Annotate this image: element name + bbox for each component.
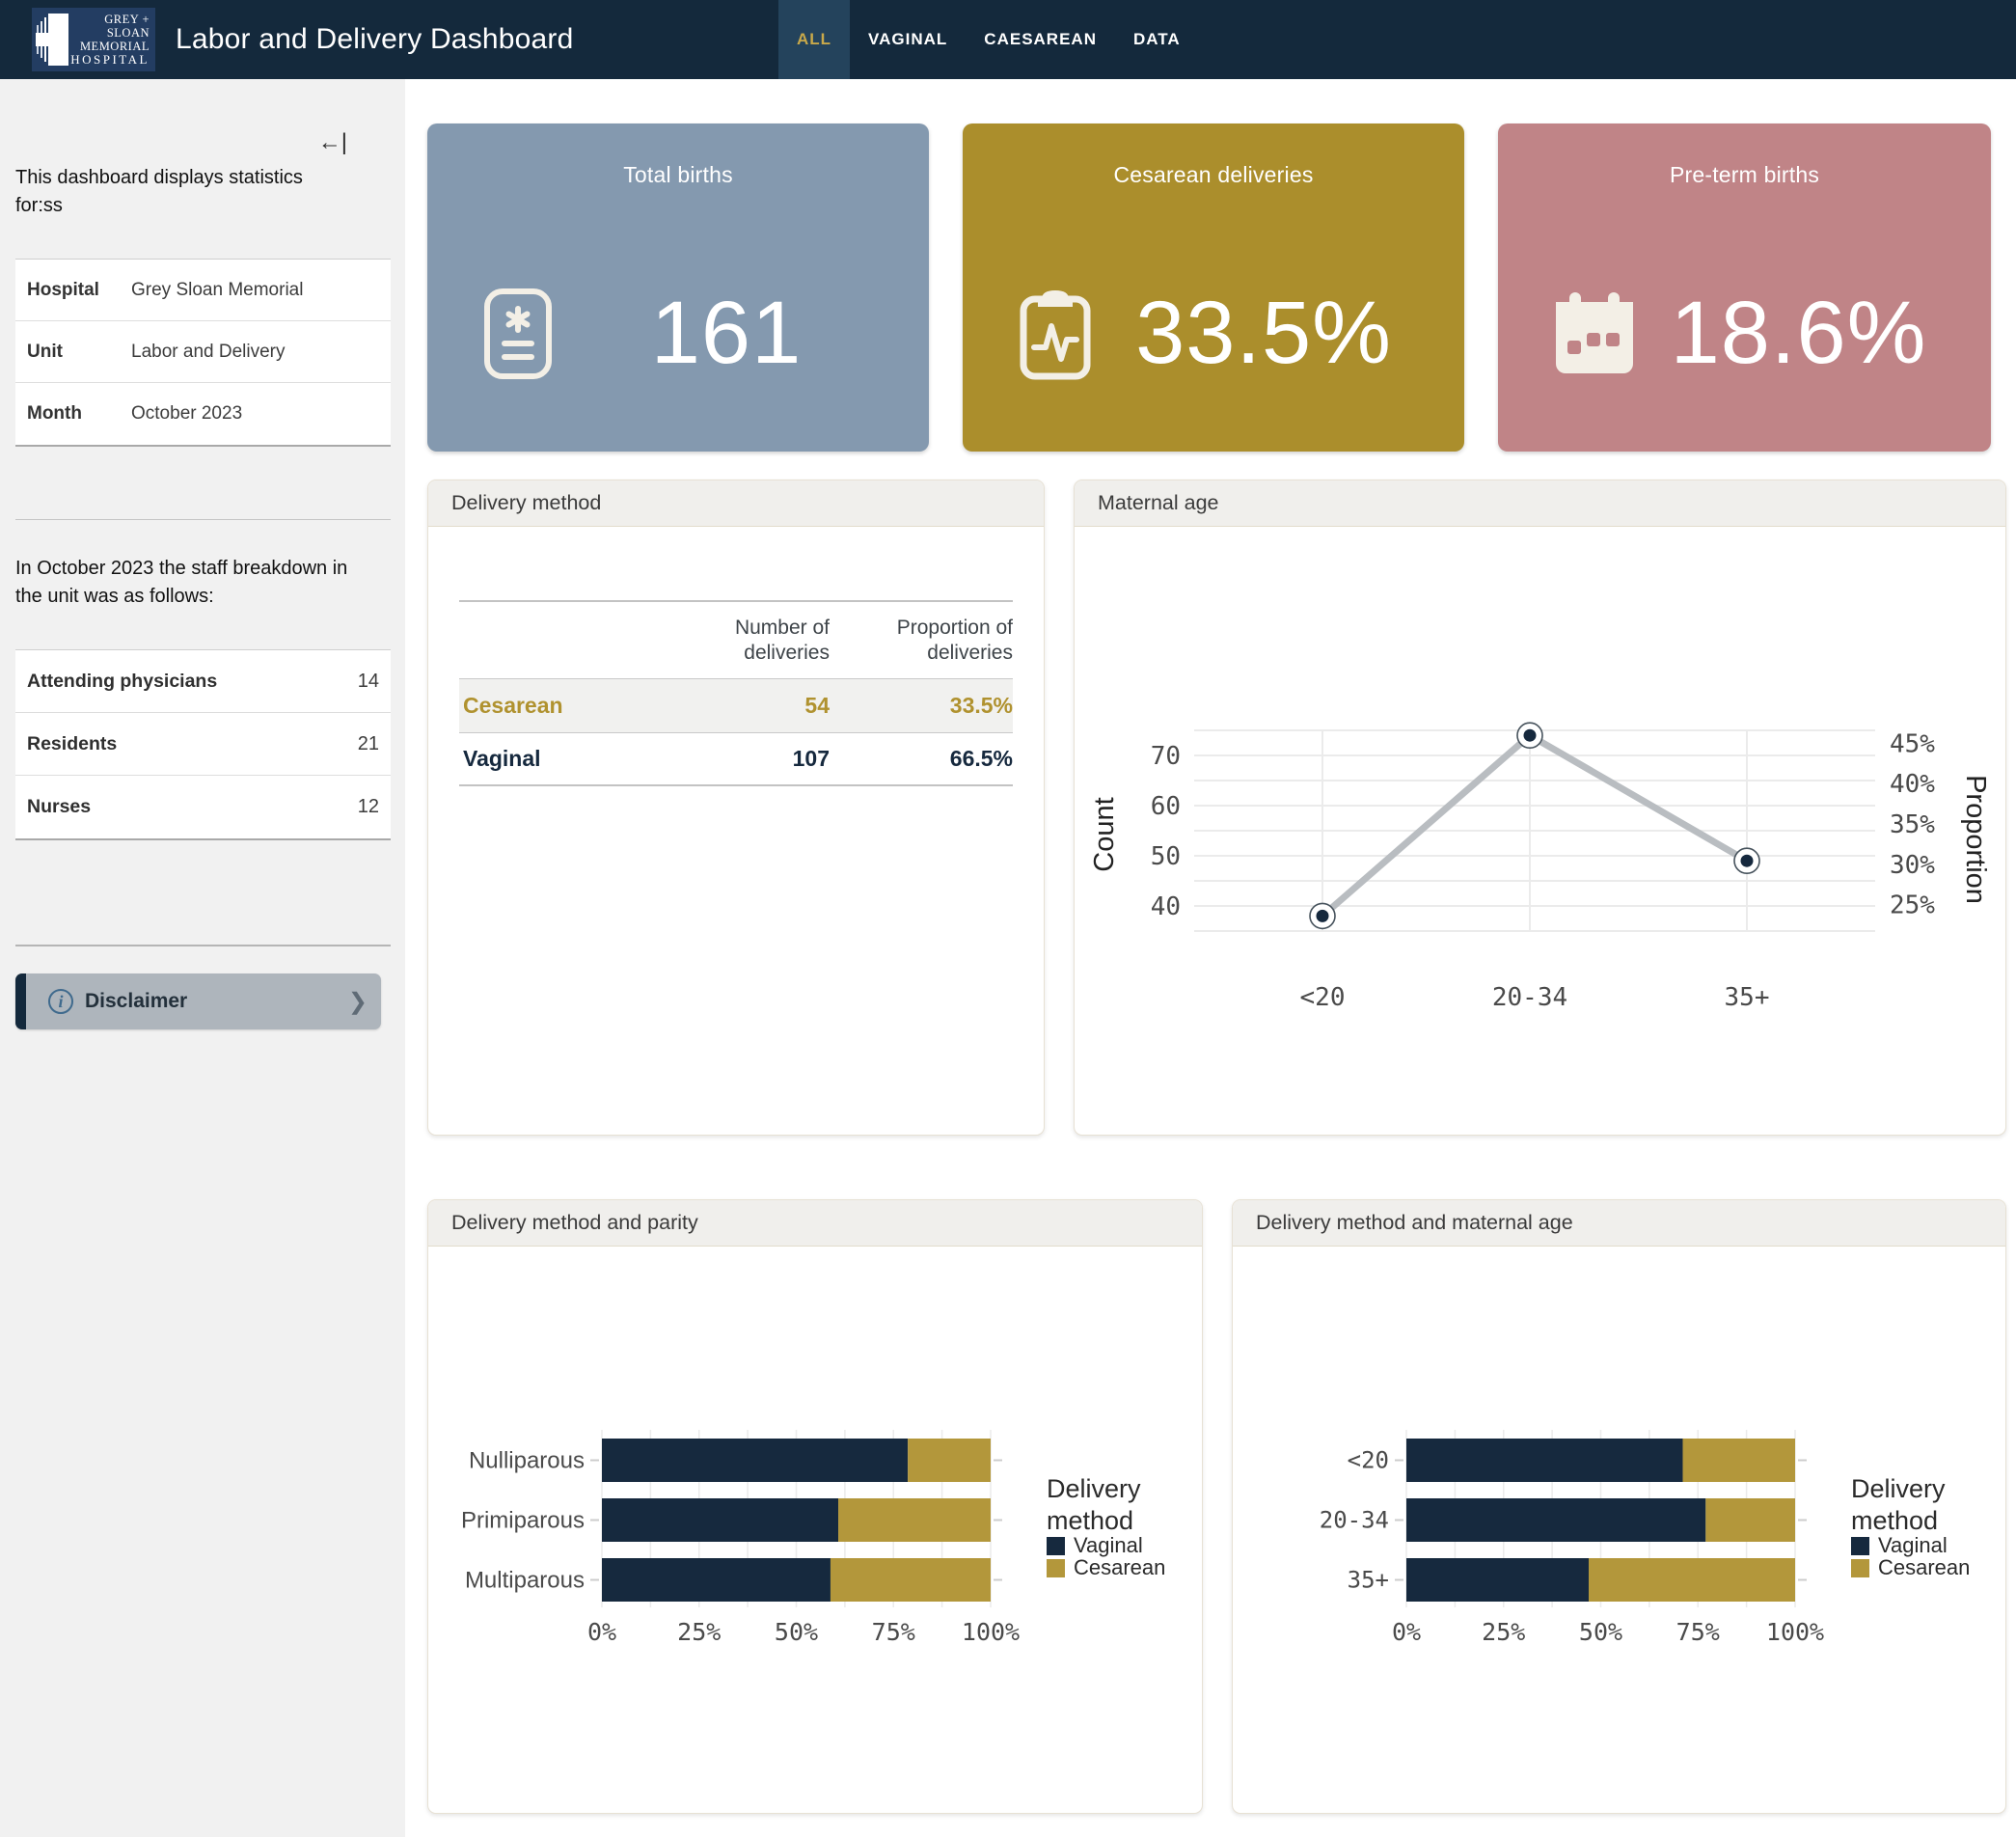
svg-text:70: 70 [1151,742,1181,771]
svg-text:35%: 35% [1890,810,1935,839]
sidebar-info-table: Hospital Grey Sloan Memorial Unit Labor … [15,259,391,447]
svg-text:<20: <20 [1348,1447,1389,1474]
svg-text:Vaginal: Vaginal [1878,1533,1948,1557]
svg-text:50: 50 [1151,842,1181,871]
report-icon [483,288,553,380]
svg-text:method: method [1047,1506,1133,1535]
svg-text:50%: 50% [1579,1618,1622,1646]
collapse-sidebar-icon[interactable]: ←| [318,131,347,154]
staff-row-residents: Residents 21 [15,713,391,776]
info-row-unit: Unit Labor and Delivery [15,321,391,383]
svg-text:Proportion: Proportion [1960,775,1991,904]
svg-text:75%: 75% [872,1618,915,1646]
svg-text:60: 60 [1151,792,1181,821]
delivery-method-card: Delivery method Number ofdeliveries Prop… [427,480,1045,1136]
svg-text:100%: 100% [962,1618,1020,1646]
svg-text:45%: 45% [1890,729,1935,758]
age-stacked-bar-chart: <20 20-34 35+0% 25% 50% 75% 100% Delivery method… [1233,1403,2006,1663]
svg-text:0%: 0% [1392,1618,1421,1646]
svg-text:Vaginal: Vaginal [1074,1533,1143,1557]
staff-row-nurses: Nurses 12 [15,776,391,838]
info-row-hospital: Hospital Grey Sloan Memorial [15,260,391,321]
maternal-age-line-chart: 40 50 60 70 25% 30% 35% 40% 45% <20 20-34 35+ Count P… [1075,704,2006,1023]
svg-text:Delivery: Delivery [1047,1474,1141,1503]
svg-text:50%: 50% [775,1618,818,1646]
svg-text:Multiparous: Multiparous [465,1568,585,1594]
disclaimer-label: Disclaimer [85,990,187,1013]
svg-text:20-34: 20-34 [1492,983,1567,1012]
agebar-card-title: Delivery method and maternal age [1233,1200,2005,1247]
sidebar: ←| This dashboard displays statistics fo… [0,79,405,1837]
tab-all[interactable]: ALL [778,0,850,79]
parity-stacked-bar-chart: Nulliparous Primiparous Multiparous0% 25% 50… [428,1403,1203,1663]
tab-vaginal[interactable]: VAGINAL [850,0,966,79]
svg-text:Count: Count [1089,797,1120,871]
delivery-method-table: Number ofdeliveries Proportion ofdeliver… [459,600,1013,786]
table-row-cesarean: Cesarean 54 33.5% [459,678,1013,732]
chevron-right-icon: ❯ [348,988,368,1016]
svg-text:35+: 35+ [1348,1567,1389,1594]
svg-text:35+: 35+ [1725,983,1770,1012]
maternal-age-card: Maternal age 40 50 60 70 25% 30% 35% 40% 45% <20 2… [1074,480,2006,1136]
svg-text:25%: 25% [1482,1618,1525,1646]
tab-data[interactable]: DATA [1115,0,1199,79]
kpi-total-births: Total births 161 [427,123,929,452]
hospital-logo: GREY + SLOAN MEMORIAL HOSPITAL [32,8,155,71]
parity-card: Delivery method and parity Nulliparous Pr… [427,1199,1203,1814]
hospital-cross-icon [36,12,68,68]
parity-card-title: Delivery method and parity [428,1200,1202,1247]
agebar-card: Delivery method and maternal age <20 20-3… [1232,1199,2006,1814]
clipboard-pulse-icon [1019,288,1092,380]
navbar: GREY + SLOAN MEMORIAL HOSPITAL Labor and… [0,0,2016,79]
info-icon: i [48,989,73,1014]
svg-text:20-34: 20-34 [1320,1507,1389,1534]
sidebar-staff-table: Attending physicians 14 Residents 21 Nur… [15,649,391,840]
kpi-row: Total births 161 Cesarean deliveries [427,123,2016,452]
svg-text:25%: 25% [1890,891,1935,920]
column-header-number: Number ofdeliveries [661,616,830,667]
svg-text:<20: <20 [1300,983,1346,1012]
svg-text:75%: 75% [1676,1618,1720,1646]
sidebar-divider [15,519,391,520]
calendar-icon [1554,290,1635,377]
table-row-vaginal: Vaginal 107 66.5% [459,732,1013,786]
nav-tabs: ALL VAGINAL CAESAREAN DATA [778,0,1199,79]
hospital-logo-text: GREY + SLOAN MEMORIAL HOSPITAL [68,13,150,68]
sidebar-staff-intro: In October 2023 the staff breakdown in t… [0,545,405,611]
sidebar-divider [15,945,391,946]
main-content: Total births 161 Cesarean deliveries [405,79,2016,1814]
page-title: Labor and Delivery Dashboard [176,0,574,79]
disclaimer-accent-bar [15,973,26,1029]
sidebar-intro-text: This dashboard displays statistics for:s… [0,154,405,220]
kpi-preterm-births: Pre-term births 18.6% [1498,123,1991,452]
column-header-proportion: Proportion ofdeliveries [830,616,1013,667]
delivery-method-card-title: Delivery method [428,480,1044,527]
svg-text:0%: 0% [587,1618,616,1646]
svg-text:100%: 100% [1766,1618,1824,1646]
svg-text:Nulliparous: Nulliparous [469,1448,585,1474]
svg-text:Cesarean: Cesarean [1878,1555,1970,1579]
svg-text:Delivery: Delivery [1851,1474,1946,1503]
svg-text:40%: 40% [1890,770,1935,799]
svg-text:25%: 25% [677,1618,721,1646]
svg-text:method: method [1851,1506,1938,1535]
disclaimer-button[interactable]: i Disclaimer ❯ [15,973,381,1029]
svg-text:40: 40 [1151,892,1181,921]
kpi-cesarean-deliveries: Cesarean deliveries 33.5% [963,123,1464,452]
svg-text:30%: 30% [1890,851,1935,880]
maternal-age-card-title: Maternal age [1075,480,2005,527]
svg-text:Primiparous: Primiparous [461,1508,585,1534]
staff-row-attendings: Attending physicians 14 [15,650,391,713]
info-row-month: Month October 2023 [15,383,391,445]
svg-text:Cesarean: Cesarean [1074,1555,1165,1579]
tab-caesarean[interactable]: CAESAREAN [966,0,1115,79]
